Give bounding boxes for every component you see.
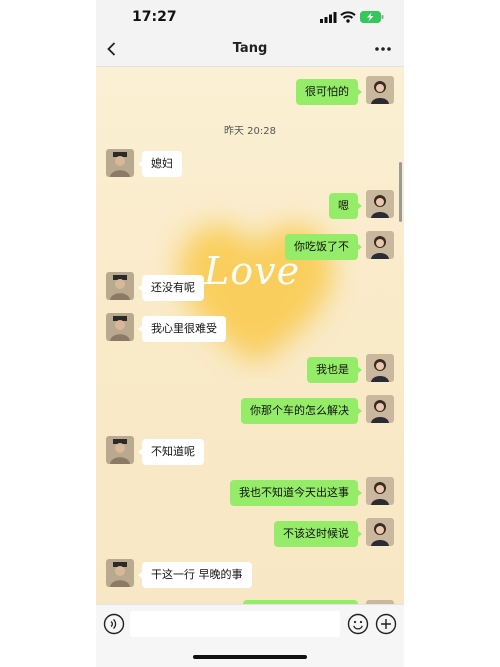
- contact-avatar[interactable]: [106, 313, 134, 341]
- message-bubble-sent[interactable]: 很可怕的: [296, 79, 362, 105]
- message-bubble-received[interactable]: 媳妇: [138, 151, 182, 177]
- message-bubble-received[interactable]: 干这一行 早晚的事: [138, 562, 252, 588]
- message-bubble-sent[interactable]: 你那个车的怎么解决: [241, 398, 362, 424]
- status-bar: 17:27: [96, 0, 404, 34]
- chat-header: Tang: [96, 34, 404, 67]
- contact-avatar[interactable]: [106, 559, 134, 587]
- my-avatar[interactable]: [366, 354, 394, 382]
- status-time: 17:27: [132, 9, 177, 25]
- message-input[interactable]: [130, 611, 340, 637]
- home-indicator-area: [96, 645, 404, 667]
- voice-icon[interactable]: [103, 613, 125, 635]
- chat-timestamp: 昨天 20:28: [224, 126, 276, 137]
- plus-icon[interactable]: [375, 613, 397, 635]
- message-bubble-received[interactable]: 我心里很难受: [138, 316, 226, 342]
- my-avatar[interactable]: [366, 231, 394, 259]
- message-bubble-received[interactable]: 还没有呢: [138, 275, 204, 301]
- home-indicator[interactable]: [193, 655, 307, 659]
- my-avatar[interactable]: [366, 76, 394, 104]
- my-avatar[interactable]: [366, 518, 394, 546]
- wifi-icon: [340, 11, 356, 23]
- message-bubble-sent[interactable]: 你吃饭了不: [285, 234, 362, 260]
- chat-area[interactable]: Love 昨天 20:28 很可怕的 媳妇 嗯 你吃饭了不 还没有呢 我心里很难…: [96, 67, 404, 604]
- more-dots-icon[interactable]: [372, 39, 394, 59]
- message-bubble-received[interactable]: 不知道呢: [138, 439, 204, 465]
- message-bubble-sent[interactable]: 我也是: [307, 357, 362, 383]
- my-avatar[interactable]: [366, 190, 394, 218]
- contact-avatar[interactable]: [106, 272, 134, 300]
- my-avatar[interactable]: [366, 395, 394, 423]
- message-bubble-sent[interactable]: 我也不知道今天出这事: [230, 480, 362, 506]
- input-bar: [96, 604, 404, 645]
- contact-avatar[interactable]: [106, 149, 134, 177]
- emoji-icon[interactable]: [347, 613, 369, 635]
- chat-scrollbar[interactable]: [399, 162, 402, 222]
- contact-avatar[interactable]: [106, 436, 134, 464]
- message-bubble-sent[interactable]: 不该这时候说: [274, 521, 362, 547]
- battery-charging-icon: [360, 11, 384, 23]
- my-avatar[interactable]: [366, 477, 394, 505]
- message-bubble-sent[interactable]: 嗯: [329, 193, 362, 219]
- signal-icon: [320, 12, 337, 23]
- phone-screen: 17:27 Tang Love 昨天 20:28 很可怕的 媳妇 嗯 你吃饭了不…: [96, 0, 404, 667]
- chat-title: Tang: [232, 41, 268, 56]
